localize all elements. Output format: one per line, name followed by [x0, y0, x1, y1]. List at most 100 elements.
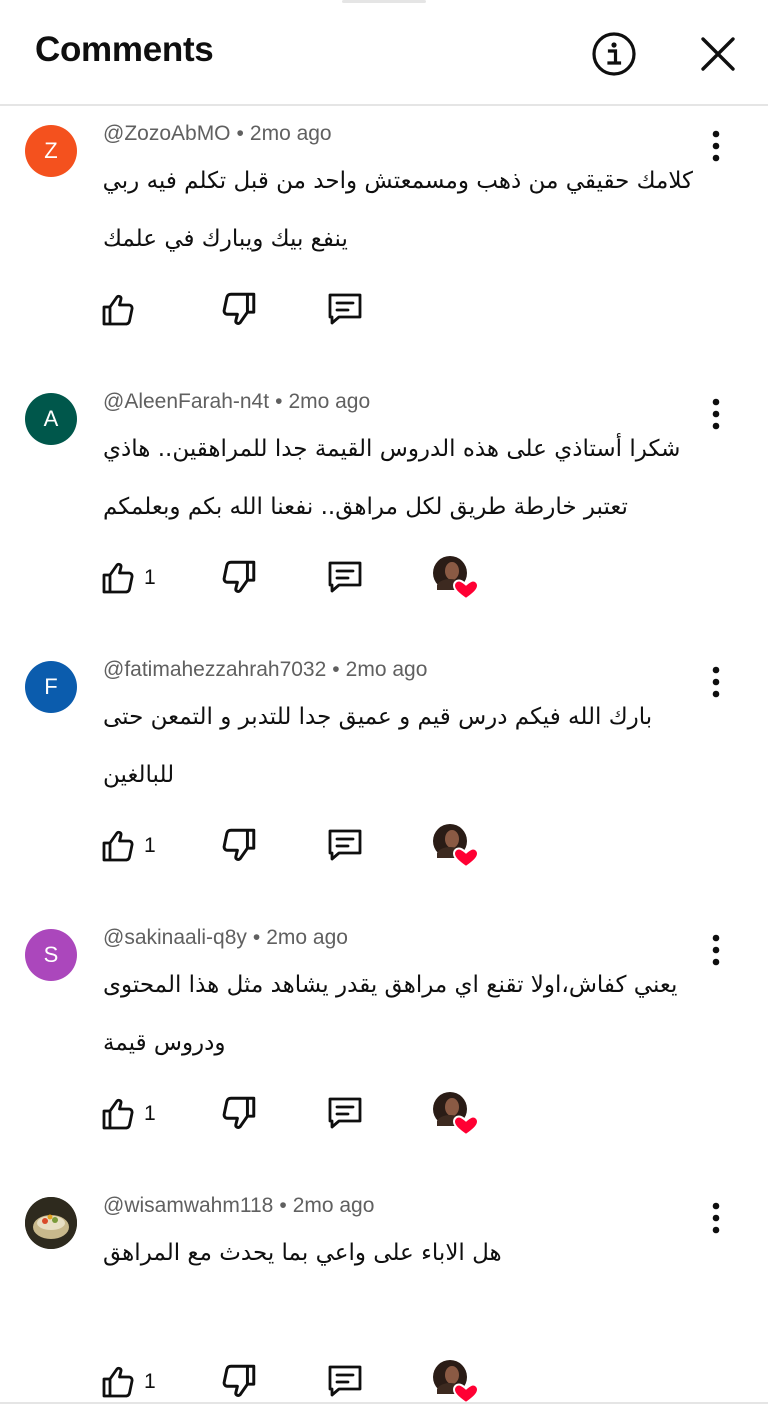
author-handle[interactable]: @sakinaali-q8y: [103, 926, 247, 949]
comment-text-line: ودروس قيمة: [103, 1030, 226, 1056]
more-vert-icon: [712, 1202, 720, 1234]
more-options-button[interactable]: [702, 928, 730, 972]
creator-heart-badge[interactable]: [432, 555, 480, 601]
more-vert-icon: [712, 934, 720, 966]
info-button[interactable]: [590, 30, 638, 78]
comment-meta: @wisamwahm118 • 2mo ago: [103, 1194, 374, 1218]
comment-actions: 1: [0, 1082, 768, 1142]
author-handle[interactable]: @AleenFarah-n4t: [103, 390, 269, 413]
dislike-button[interactable]: [220, 1094, 260, 1134]
dislike-button[interactable]: [220, 1362, 260, 1402]
creator-heart-badge[interactable]: [432, 823, 480, 869]
thumb-up-icon: [102, 294, 134, 326]
comment-actions: 1: [0, 1350, 768, 1408]
creator-heart-icon: [433, 556, 480, 601]
comment-thread: @wisamwahm118 • 2mo ago هل الاباء على واعي…: [0, 1180, 768, 1408]
thumb-up-icon: [102, 830, 134, 862]
avatar[interactable]: A: [25, 393, 77, 445]
comment-text: شكرا أستاذي على هذه الدروس القيمة جدا لل…: [103, 420, 693, 536]
dislike-button[interactable]: [220, 558, 260, 598]
creator-heart-badge[interactable]: [432, 1091, 480, 1137]
comment-text: يعني كفاش،اولا تقنع اي مراهق يقدر يشاهد …: [103, 956, 693, 1072]
like-count: 1: [144, 1370, 156, 1393]
avatar-letter: S: [43, 942, 59, 967]
like-count: 1: [144, 1102, 156, 1125]
comment-text: هل الاباء على واعي بما يحدث مع المراهق: [103, 1224, 693, 1282]
bottom-divider: [0, 1402, 768, 1404]
comment-thread: A @AleenFarah-n4t • 2mo ago شكرا أستاذي عل…: [0, 376, 768, 644]
creator-heart-icon: [433, 1360, 480, 1405]
like-button[interactable]: 1: [100, 1094, 156, 1134]
reply-button[interactable]: [326, 558, 366, 598]
reply-icon: [328, 561, 362, 593]
comment-text-line: هل الاباء على واعي بما يحدث مع المراهق: [103, 1240, 502, 1266]
reply-button[interactable]: [326, 290, 366, 330]
avatar[interactable]: [25, 1197, 77, 1249]
like-button[interactable]: 1: [100, 558, 156, 598]
more-options-button[interactable]: [702, 1196, 730, 1240]
avatar[interactable]: S: [25, 929, 77, 981]
reply-button[interactable]: [326, 1094, 366, 1134]
thumb-down-icon: [222, 560, 256, 593]
creator-heart-icon: [433, 824, 480, 869]
comment-time[interactable]: 2mo ago: [250, 122, 332, 145]
comment-text-line: يعني كفاش،اولا تقنع اي مراهق يقدر يشاهد …: [103, 972, 678, 998]
more-vert-icon: [712, 130, 720, 162]
avatar[interactable]: F: [25, 661, 77, 713]
comment-time[interactable]: 2mo ago: [288, 390, 370, 413]
comment-time[interactable]: 2mo ago: [293, 1194, 375, 1217]
comment-text-line: بارك الله فيكم درس قيم و عميق جدا للتدبر…: [103, 704, 653, 730]
comment-text-line: ينفع بيك ويبارك في علمك: [103, 226, 348, 252]
separator-dot: •: [236, 122, 244, 145]
comment-meta: @fatimahezzahrah7032 • 2mo ago: [103, 658, 427, 682]
separator-dot: •: [252, 926, 261, 949]
reply-button[interactable]: [326, 826, 366, 866]
separator-dot: •: [279, 1194, 287, 1217]
reply-icon: [328, 1365, 362, 1397]
creator-heart-icon: [433, 1092, 480, 1137]
thumb-down-icon: [222, 1364, 256, 1397]
comment-text: بارك الله فيكم درس قيم و عميق جدا للتدبر…: [103, 688, 693, 804]
comment-time[interactable]: 2mo ago: [266, 926, 348, 949]
close-button[interactable]: [694, 30, 742, 78]
dislike-button[interactable]: [220, 826, 260, 866]
comment-meta: @ZozoAbMO • 2mo ago: [103, 122, 332, 146]
close-icon: [701, 37, 735, 71]
comment-text-line: للبالغين: [103, 762, 175, 788]
author-handle[interactable]: @ZozoAbMO: [103, 122, 231, 145]
like-button[interactable]: [100, 290, 144, 330]
thumb-up-icon: [102, 1098, 134, 1130]
creator-heart-badge[interactable]: [432, 1359, 480, 1405]
more-options-button[interactable]: [702, 660, 730, 704]
thumb-up-icon: [102, 1366, 134, 1398]
reply-icon: [328, 829, 362, 861]
more-options-button[interactable]: [702, 124, 730, 168]
thumb-up-icon: [102, 562, 134, 594]
comment-text-line: كلامك حقيقي من ذهب ومسمعتش واحد من قبل ت…: [102, 168, 693, 194]
comment-meta: @AleenFarah-n4t • 2mo ago: [103, 390, 370, 414]
comment-actions: [0, 278, 768, 338]
author-handle[interactable]: @wisamwahm118: [103, 1194, 273, 1217]
comment-time[interactable]: 2mo ago: [346, 658, 428, 681]
comment-text-line: تعتبر خارطة طريق لكل مراهق.. نفعنا الله …: [103, 494, 628, 520]
comment-actions: 1: [0, 546, 768, 606]
dislike-button[interactable]: [220, 290, 260, 330]
avatar-letter: F: [44, 674, 58, 699]
author-handle[interactable]: @fatimahezzahrah7032: [103, 658, 326, 681]
like-button[interactable]: 1: [100, 1362, 156, 1402]
reply-icon: [328, 293, 362, 325]
comment-thread: Z @ZozoAbMO • 2mo ago كلامك حقيقي من ذهب و…: [0, 108, 768, 376]
like-button[interactable]: 1: [100, 826, 156, 866]
more-options-button[interactable]: [702, 392, 730, 436]
info-icon: [592, 32, 636, 76]
comment-thread: F @fatimahezzahrah7032 • 2mo ago بارك الله…: [0, 644, 768, 912]
thumb-down-icon: [222, 828, 256, 861]
avatar[interactable]: Z: [25, 125, 77, 177]
like-count: 1: [144, 566, 156, 589]
comment-actions: 1: [0, 814, 768, 874]
avatar-letter: A: [43, 406, 59, 431]
thumb-down-icon: [222, 292, 256, 325]
avatar-letter: Z: [44, 138, 58, 163]
comment-text-line: شكرا أستاذي على هذه الدروس القيمة جدا لل…: [103, 436, 681, 462]
reply-button[interactable]: [326, 1362, 366, 1402]
